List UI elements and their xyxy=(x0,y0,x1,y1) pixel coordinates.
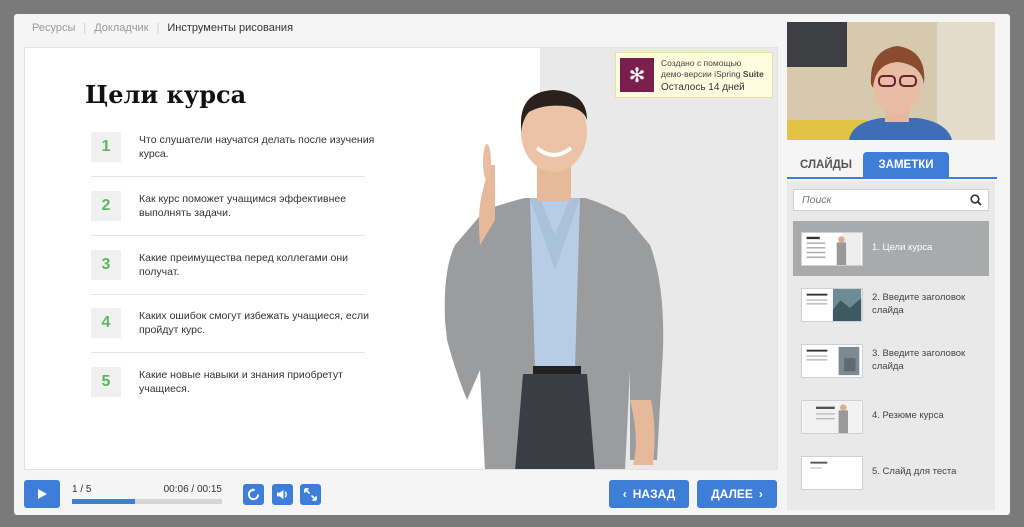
breadcrumb-resources[interactable]: Ресурсы xyxy=(32,22,75,34)
webcam-video xyxy=(787,22,995,140)
volume-icon xyxy=(276,489,287,500)
goal-divider xyxy=(91,352,365,353)
goal-divider xyxy=(91,235,365,236)
slide-list-item[interactable]: 2. Введите заголовок слайда xyxy=(793,277,989,332)
fullscreen-icon xyxy=(304,488,317,501)
back-button[interactable]: ‹ НАЗАД xyxy=(609,480,689,508)
player-window: Ресурсы | Докладчик | Инструменты рисова… xyxy=(14,14,1010,515)
trial-days-left: Осталось 14 дней xyxy=(661,81,745,93)
search-icon[interactable] xyxy=(970,194,982,206)
slide-list-item[interactable]: 4. Резюме курса xyxy=(793,389,989,444)
trial-badge-text: Создано с помощью демо-версии iSpring Su… xyxy=(661,58,764,93)
goal-item: 5 Какие новые навыки и знания приобретут… xyxy=(91,367,381,417)
slide-title: Цели курса xyxy=(85,80,247,109)
trial-badge[interactable]: ✻ Создано с помощью демо-версии iSpring … xyxy=(615,52,773,98)
goal-number: 2 xyxy=(91,191,121,221)
goal-text: Как курс поможет учащимся эффективнее вы… xyxy=(139,193,347,219)
slide-thumbnail xyxy=(801,399,863,434)
trial-badge-suite: Suite xyxy=(742,68,764,79)
slide-canvas: Цели курса 1 Что слушатели научатся дела… xyxy=(24,47,778,470)
search-input[interactable] xyxy=(802,194,970,206)
goal-number: 3 xyxy=(91,250,121,280)
goal-number: 5 xyxy=(91,367,121,397)
slide-counter: 1 / 5 xyxy=(72,484,92,495)
next-button[interactable]: ДАЛЕЕ › xyxy=(697,480,777,508)
tab-slides[interactable]: СЛАЙДЫ xyxy=(793,152,859,177)
sidebar-tabs: СЛАЙДЫ ЗАМЕТКИ xyxy=(787,152,997,179)
replay-icon xyxy=(247,488,260,501)
goal-item: 1 Что слушатели научатся делать после из… xyxy=(91,132,381,182)
breadcrumb: Ресурсы | Докладчик | Инструменты рисова… xyxy=(32,22,293,34)
breadcrumb-separator: | xyxy=(83,22,87,34)
slide-list-label: 1. Цели курса xyxy=(872,242,933,254)
volume-button[interactable] xyxy=(272,484,293,505)
slide-list-panel: 1. Цели курса 2. Введите заголовок слайд… xyxy=(787,181,995,510)
presenter-photo xyxy=(444,90,664,469)
player-controls: 1 / 5 00:06 / 00:15 ‹ НАЗАД ДАЛЕЕ › xyxy=(24,480,778,510)
fullscreen-button[interactable] xyxy=(300,484,321,505)
goal-text: Что слушатели научатся делать после изуч… xyxy=(139,134,375,160)
slide-thumbnail xyxy=(801,287,863,322)
progress-bar[interactable] xyxy=(72,499,222,504)
tab-notes[interactable]: ЗАМЕТКИ xyxy=(863,152,949,177)
slide-list-label: 3. Введите заголовок слайда xyxy=(872,348,966,372)
goal-divider xyxy=(91,294,365,295)
goal-item: 4 Каких ошибок смогут избежать учащиеся,… xyxy=(91,308,381,358)
play-icon xyxy=(38,489,47,499)
goal-text: Какие преимущества перед коллегами они п… xyxy=(139,252,349,278)
slide-list-item[interactable]: 5. Слайд для теста xyxy=(793,445,989,500)
slide-list-item[interactable]: 1. Цели курса xyxy=(793,221,989,276)
slide-list-label: 4. Резюме курса xyxy=(872,410,944,422)
breadcrumb-presenter[interactable]: Докладчик xyxy=(94,22,148,34)
play-button[interactable] xyxy=(24,480,60,508)
goal-item: 2 Как курс поможет учащимся эффективнее … xyxy=(91,191,381,241)
goal-item: 3 Какие преимущества перед коллегами они… xyxy=(91,250,381,300)
goal-divider xyxy=(91,176,365,177)
slide-list-item[interactable]: 3. Введите заголовок слайда xyxy=(793,333,989,388)
search-box xyxy=(793,189,989,211)
back-button-label: НАЗАД xyxy=(632,487,676,501)
trial-badge-line1: Создано с помощью xyxy=(661,57,742,68)
trial-badge-line2: демо-версии iSpring xyxy=(661,68,743,79)
next-button-label: ДАЛЕЕ xyxy=(711,487,753,501)
breadcrumb-drawing-tools[interactable]: Инструменты рисования xyxy=(167,22,293,34)
progress-fill xyxy=(72,499,135,504)
goal-text: Каких ошибок смогут избежать учащиеся, е… xyxy=(139,310,369,336)
slide-list-label: 2. Введите заголовок слайда xyxy=(872,292,966,316)
breadcrumb-separator: | xyxy=(156,22,160,34)
playback-info: 1 / 5 00:06 / 00:15 xyxy=(72,484,222,510)
goal-number: 1 xyxy=(91,132,121,162)
chevron-left-icon: ‹ xyxy=(622,487,627,501)
goal-number: 4 xyxy=(91,308,121,338)
sidebar: СЛАЙДЫ ЗАМЕТКИ 1. Цели курса xyxy=(787,22,997,510)
slide-thumbnail xyxy=(801,455,863,490)
chevron-right-icon: › xyxy=(758,487,763,501)
playback-time: 00:06 / 00:15 xyxy=(163,484,222,495)
replay-button[interactable] xyxy=(243,484,264,505)
goal-text: Какие новые навыки и знания приобретут у… xyxy=(139,369,343,395)
slide-list-label: 5. Слайд для теста xyxy=(872,466,957,478)
slide-thumbnail xyxy=(801,343,863,378)
slide-thumbnail xyxy=(801,231,863,266)
ispring-logo-icon: ✻ xyxy=(620,58,654,92)
